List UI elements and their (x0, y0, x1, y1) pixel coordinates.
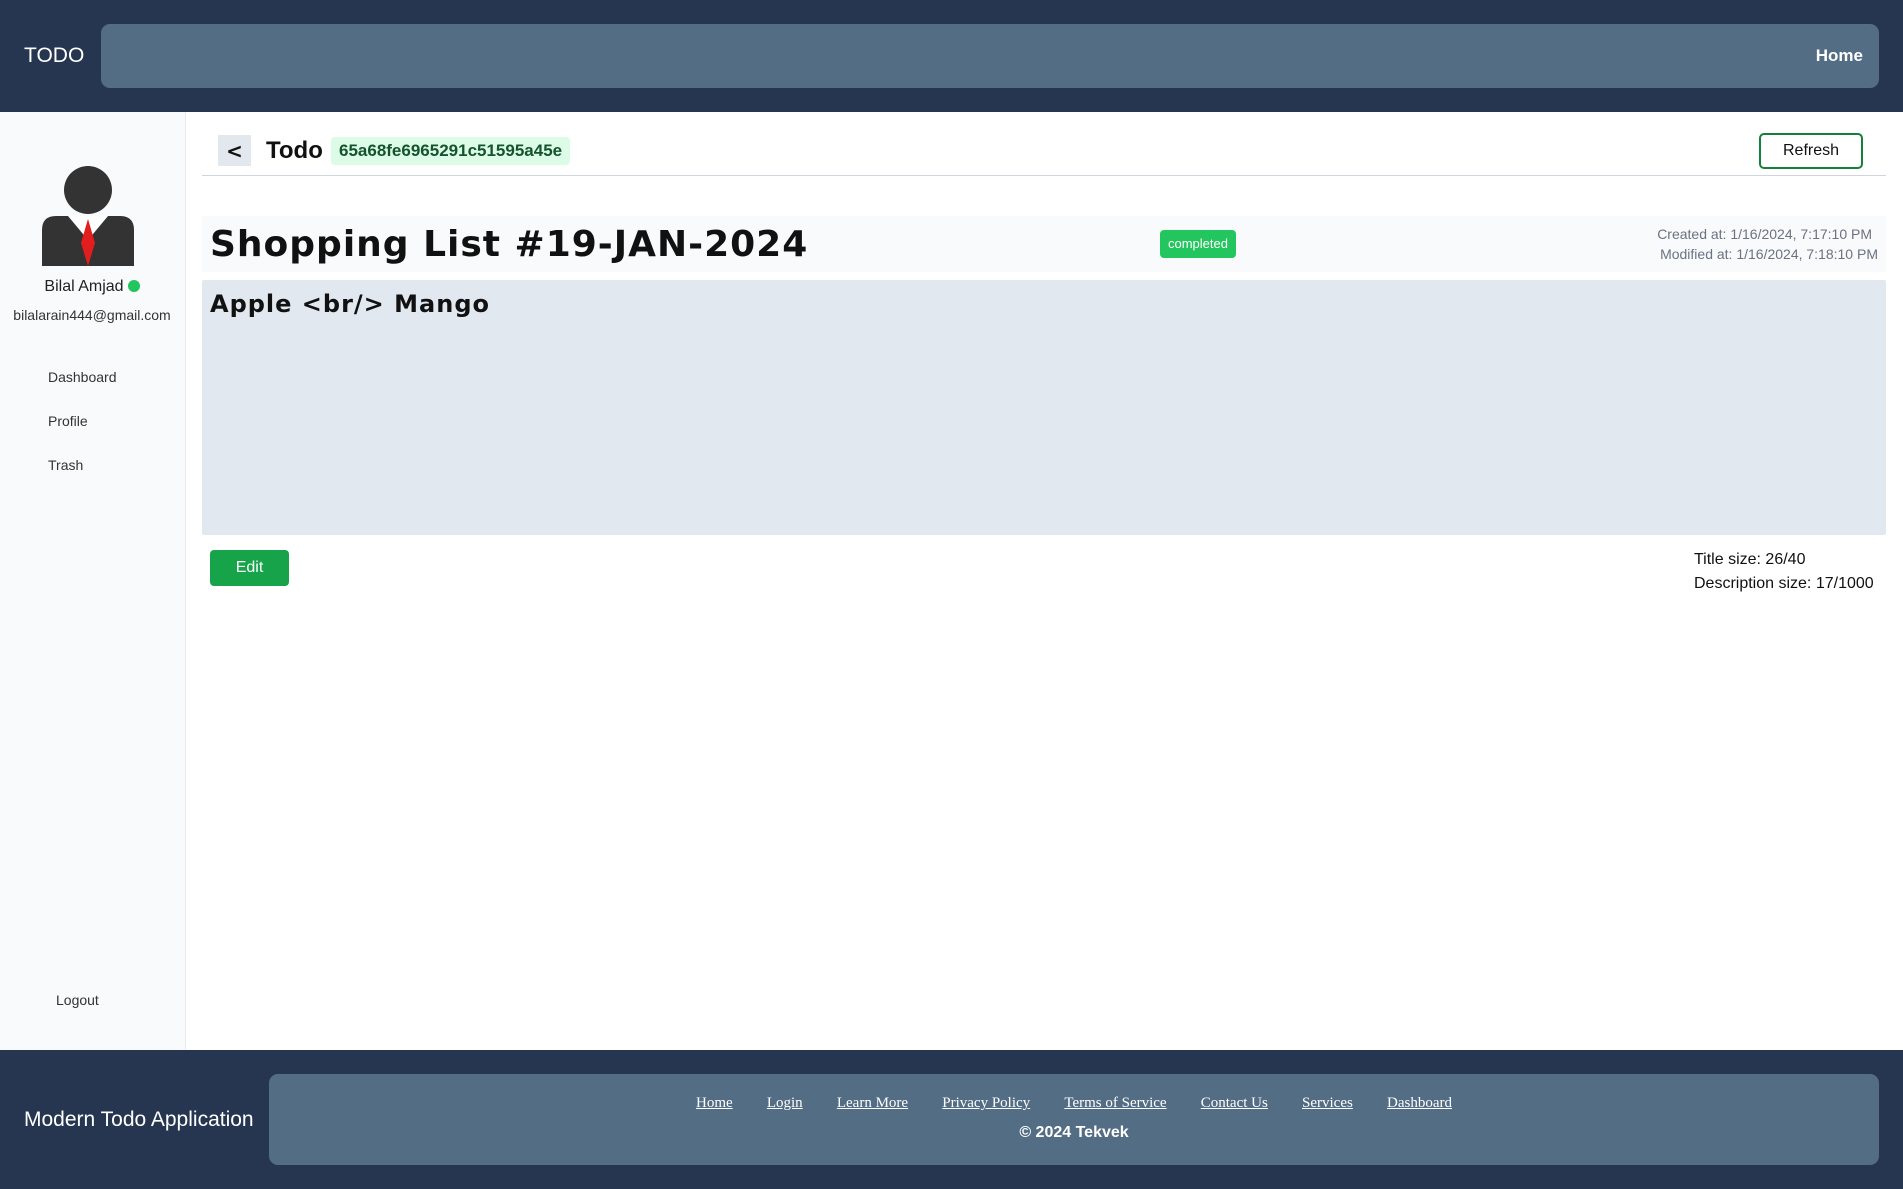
todo-description-panel: Apple <br/> Mango (202, 280, 1886, 535)
footer-link-dashboard[interactable]: Dashboard (1387, 1095, 1452, 1111)
description-size-label: Description size: 17/1000 (1694, 575, 1874, 592)
sidebar-item-profile[interactable]: Profile (48, 411, 117, 455)
refresh-button[interactable]: Refresh (1759, 133, 1863, 169)
todo-description: Apple <br/> Mango (210, 290, 490, 318)
footer-link-services[interactable]: Services (1302, 1095, 1353, 1111)
brand-logo[interactable]: TODO (24, 44, 84, 68)
footer-link-terms-of-service[interactable]: Terms of Service (1064, 1095, 1166, 1111)
edit-button[interactable]: Edit (210, 550, 289, 586)
footer-bar: Home Login Learn More Privacy Policy Ter… (269, 1074, 1879, 1165)
avatar (42, 166, 134, 266)
sidebar-item-trash[interactable]: Trash (48, 455, 117, 499)
sidebar: Bilal Amjad bilalarain444@gmail.com Dash… (0, 112, 186, 1050)
footer-link-contact-us[interactable]: Contact Us (1201, 1095, 1268, 1111)
nav-bar: Home (101, 24, 1879, 88)
footer-link-privacy-policy[interactable]: Privacy Policy (942, 1095, 1030, 1111)
page-title: Todo (266, 137, 323, 164)
sidebar-item-dashboard[interactable]: Dashboard (48, 367, 117, 411)
user-name-row: Bilal Amjad (0, 278, 184, 296)
user-name: Bilal Amjad (44, 278, 124, 295)
todo-id-badge: 65a68fe6965291c51595a45e (331, 137, 571, 165)
title-size-label: Title size: 26/40 (1694, 551, 1806, 568)
app-footer: Modern Todo Application Home Login Learn… (0, 1050, 1903, 1189)
main-content: < Todo 65a68fe6965291c51595a45e Refresh … (187, 112, 1903, 1050)
status-badge: completed (1160, 230, 1236, 258)
logout-button[interactable]: Logout (56, 992, 99, 1008)
back-button[interactable]: < (218, 135, 251, 166)
footer-link-home[interactable]: Home (696, 1095, 733, 1111)
footer-links: Home Login Learn More Privacy Policy Ter… (269, 1094, 1879, 1112)
nav-home-link[interactable]: Home (1816, 46, 1863, 66)
footer-brand: Modern Todo Application (24, 1108, 254, 1131)
online-status-icon (127, 280, 140, 292)
created-at-timestamp: Created at: 1/16/2024, 7:17:10 PM (1657, 226, 1872, 242)
todo-title: Shopping List #19-JAN-2024 (210, 224, 809, 265)
footer-link-learn-more[interactable]: Learn More (837, 1095, 908, 1111)
footer-link-login[interactable]: Login (767, 1095, 803, 1111)
sidebar-nav: Dashboard Profile Trash (48, 367, 117, 499)
copyright: © 2024 Tekvek (1019, 1124, 1129, 1141)
header-divider (202, 175, 1886, 176)
size-info: Title size: 26/40 Description size: 17/1… (1694, 548, 1874, 596)
user-email: bilalarain444@gmail.com (13, 307, 171, 323)
app-header: TODO Home (0, 0, 1903, 112)
todo-title-row: Shopping List #19-JAN-2024 completed Cre… (202, 216, 1886, 272)
modified-at-timestamp: Modified at: 1/16/2024, 7:18:10 PM (1660, 246, 1878, 262)
